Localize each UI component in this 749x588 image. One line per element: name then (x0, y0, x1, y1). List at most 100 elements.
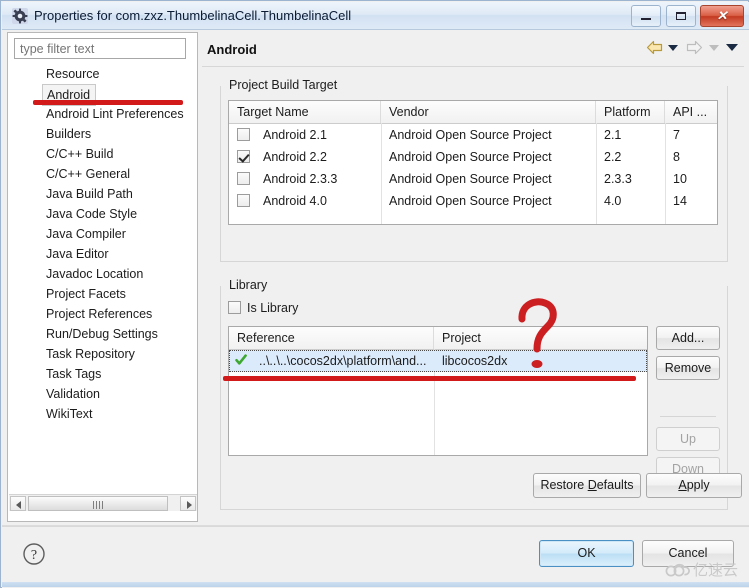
cell-vendor: Android Open Source Project (389, 172, 552, 186)
add-button[interactable]: Add... (656, 326, 720, 350)
up-button[interactable]: Up (656, 427, 720, 451)
column-header-vendor[interactable]: Vendor (381, 101, 596, 123)
svg-text:?: ? (31, 548, 37, 563)
help-icon[interactable]: ? (22, 542, 46, 566)
scroll-left-icon[interactable] (10, 496, 26, 511)
is-library-checkbox[interactable]: Is Library (228, 300, 298, 316)
preference-tree-pane: Resource Android Android Lint Preference… (7, 32, 198, 522)
sidebar-item-label: C/C++ General (46, 167, 131, 181)
table-row[interactable]: Android 2.2 Android Open Source Project … (229, 146, 717, 168)
sidebar-item-c-cpp-build[interactable]: C/C++ Build (9, 144, 197, 164)
sidebar-item-label: Run/Debug Settings (46, 327, 158, 341)
close-button[interactable]: ✕ (700, 5, 744, 27)
view-menu-chevron-down-icon[interactable] (726, 44, 738, 52)
restore-button[interactable] (665, 5, 696, 27)
table-header: Target Name Vendor Platform API ... (229, 101, 717, 124)
sidebar-item-resource[interactable]: Resource (9, 64, 197, 84)
is-library-label: Is Library (247, 301, 299, 315)
table-row[interactable]: Android 2.1 Android Open Source Project … (229, 124, 717, 146)
scrollbar-thumb[interactable] (28, 496, 168, 511)
library-reference-table[interactable]: Reference Project ..\..\..\cocos2dx\plat… (228, 326, 648, 456)
sidebar-item-label: Project Facets (46, 287, 126, 301)
group-label: Library (226, 278, 272, 292)
dialog-footer: ? OK Cancel (2, 525, 749, 588)
sidebar-item-label: C/C++ Build (46, 147, 114, 161)
sidebar-item-project-facets[interactable]: Project Facets (9, 284, 197, 304)
cell-target-name: Android 4.0 (263, 194, 327, 208)
sidebar-item-label: Android (42, 84, 97, 106)
project-build-target-group: Project Build Target Target Name Vendor … (220, 78, 728, 262)
column-header-target-name[interactable]: Target Name (229, 101, 381, 123)
scroll-right-icon[interactable] (180, 496, 196, 511)
sidebar-item-label: Task Repository (46, 347, 135, 361)
restore-defaults-button[interactable]: Restore Defaults (533, 473, 641, 498)
checkbox-box[interactable] (228, 301, 241, 314)
row-checkbox[interactable] (237, 150, 250, 163)
sidebar-item-label: Java Code Style (46, 207, 138, 221)
sidebar-item-task-tags[interactable]: Task Tags (9, 364, 197, 384)
remove-button[interactable]: Remove (656, 356, 720, 380)
sidebar-item-c-cpp-general[interactable]: C/C++ General (9, 164, 197, 184)
cell-project: libcocos2dx (442, 354, 508, 368)
cell-reference: ..\..\..\cocos2dx\platform\and... (259, 354, 427, 368)
cell-target-name: Android 2.3.3 (263, 172, 338, 186)
table-row[interactable]: Android 4.0 Android Open Source Project … (229, 190, 717, 212)
sidebar-item-project-references[interactable]: Project References (9, 304, 197, 324)
cell-api: 7 (673, 128, 680, 142)
table-row[interactable]: ..\..\..\cocos2dx\platform\and... libcoc… (229, 350, 647, 372)
grip-icon (93, 501, 104, 509)
sidebar-item-javadoc-location[interactable]: Javadoc Location (9, 264, 197, 284)
sidebar-item-java-build-path[interactable]: Java Build Path (9, 184, 197, 204)
sidebar-item-label: WikiText (46, 407, 93, 421)
sidebar-item-java-compiler[interactable]: Java Compiler (9, 224, 197, 244)
sidebar-item-label: Builders (46, 127, 92, 141)
minimize-button[interactable] (631, 5, 662, 27)
back-arrow-icon[interactable] (646, 40, 663, 55)
cell-vendor: Android Open Source Project (389, 194, 552, 208)
column-header-api[interactable]: API ... (665, 101, 717, 123)
sidebar-item-run-debug-settings[interactable]: Run/Debug Settings (9, 324, 197, 344)
sidebar-item-java-code-style[interactable]: Java Code Style (9, 204, 197, 224)
row-checkbox[interactable] (237, 128, 250, 141)
sidebar-item-validation[interactable]: Validation (9, 384, 197, 404)
ok-button[interactable]: OK (539, 540, 634, 567)
apply-button[interactable]: Apply (646, 473, 742, 498)
build-target-table[interactable]: Target Name Vendor Platform API ... Andr… (228, 100, 718, 225)
header-divider (202, 66, 744, 67)
sidebar-item-java-editor[interactable]: Java Editor (9, 244, 197, 264)
sidebar-item-label: Java Compiler (46, 227, 126, 241)
sidebar-item-label: Validation (46, 387, 100, 401)
sidebar-item-android-lint-preferences[interactable]: Android Lint Preferences (9, 104, 197, 124)
column-header-reference[interactable]: Reference (229, 327, 434, 349)
table-row[interactable]: Android 2.3.3 Android Open Source Projec… (229, 168, 717, 190)
column-header-project[interactable]: Project (434, 327, 647, 349)
row-checkbox[interactable] (237, 172, 250, 185)
cell-api: 8 (673, 150, 680, 164)
properties-dialog: Properties for com.zxz.ThumbelinaCell.Th… (0, 0, 749, 588)
sidebar-item-wikitext[interactable]: WikiText (9, 404, 197, 424)
cell-platform: 2.2 (604, 150, 622, 164)
cell-platform: 2.3.3 (604, 172, 632, 186)
watermark-text: 亿速云 (693, 561, 739, 579)
cell-target-name: Android 2.2 (263, 150, 327, 164)
back-history-chevron-down-icon[interactable] (667, 44, 678, 51)
cell-platform: 2.1 (604, 128, 622, 142)
column-header-platform[interactable]: Platform (596, 101, 665, 123)
sidebar-item-builders[interactable]: Builders (9, 124, 197, 144)
window-bottom-edge (2, 582, 749, 587)
window-title: Properties for com.zxz.ThumbelinaCell.Th… (34, 8, 352, 23)
search-input[interactable] (14, 38, 186, 59)
horizontal-scrollbar[interactable] (9, 494, 197, 511)
cell-vendor: Android Open Source Project (389, 150, 552, 164)
watermark: 亿速云 (665, 558, 747, 582)
sidebar-item-label: Java Build Path (46, 187, 133, 201)
sidebar-item-task-repository[interactable]: Task Repository (9, 344, 197, 364)
sidebar-item-label: Project References (46, 307, 153, 321)
cell-api: 14 (673, 194, 687, 208)
window-controls: ✕ (630, 5, 744, 27)
sidebar-item-android[interactable]: Android (9, 84, 197, 106)
check-green-icon (235, 354, 247, 366)
sidebar-item-label: Task Tags (46, 367, 102, 381)
row-checkbox[interactable] (237, 194, 250, 207)
preference-tree[interactable]: Resource Android Android Lint Preference… (9, 64, 197, 492)
